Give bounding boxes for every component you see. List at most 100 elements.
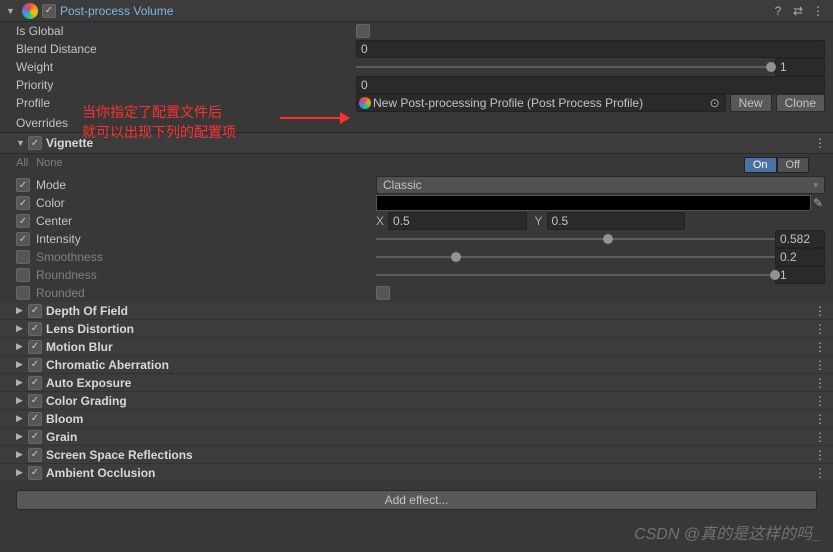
all-button[interactable]: All [16, 157, 28, 173]
input-priority[interactable]: 0 [356, 76, 825, 94]
label-smoothness: Smoothness [36, 250, 376, 264]
effect-toggle[interactable] [28, 340, 42, 354]
foldout-icon[interactable]: ▶ [16, 449, 28, 460]
effect-name: Ambient Occlusion [46, 466, 811, 480]
effect-toggle[interactable] [28, 376, 42, 390]
effect-name: Motion Blur [46, 340, 811, 354]
override-roundness[interactable] [16, 268, 30, 282]
effect-name: Chromatic Aberration [46, 358, 811, 372]
vignette-foldout-icon[interactable]: ▼ [16, 138, 28, 148]
label-profile: Profile [16, 96, 356, 110]
label-is-global: Is Global [16, 24, 356, 38]
label-weight: Weight [16, 60, 356, 74]
effect-toggle[interactable] [28, 448, 42, 462]
vignette-title: Vignette [46, 136, 811, 150]
effect-menu-icon[interactable]: ⋮ [811, 410, 829, 428]
input-weight[interactable]: 1 [775, 58, 825, 76]
effect-menu-icon[interactable]: ⋮ [811, 446, 829, 464]
effect-name: Color Grading [46, 394, 811, 408]
input-center-y[interactable]: 0.5 [547, 212, 685, 230]
effect-toggle[interactable] [28, 358, 42, 372]
effect-row: ▶ Grain⋮ [0, 428, 833, 446]
allnone-row: All None On Off [0, 154, 833, 176]
effect-row: ▶ Bloom⋮ [0, 410, 833, 428]
slider-smoothness[interactable] [376, 248, 775, 266]
effect-toggle[interactable] [28, 304, 42, 318]
effect-name: Depth Of Field [46, 304, 811, 318]
on-button[interactable]: On [744, 157, 777, 173]
effect-menu-icon[interactable]: ⋮ [811, 320, 829, 338]
object-field-profile[interactable]: New Post-processing Profile (Post Proces… [356, 94, 726, 112]
effect-name: Grain [46, 430, 811, 444]
effect-toggle[interactable] [28, 466, 42, 480]
effect-toggle[interactable] [28, 430, 42, 444]
slider-roundness[interactable] [376, 266, 775, 284]
label-roundness: Roundness [36, 268, 376, 282]
effect-menu-icon[interactable]: ⋮ [811, 428, 829, 446]
foldout-icon[interactable]: ▶ [16, 467, 28, 478]
input-smoothness[interactable]: 0.2 [775, 248, 825, 266]
effect-menu-icon[interactable]: ⋮ [811, 374, 829, 392]
input-intensity[interactable]: 0.582 [775, 230, 825, 248]
effect-row: ▶Auto Exposure⋮ [0, 374, 833, 392]
effect-toggle[interactable] [28, 394, 42, 408]
effect-menu-icon[interactable]: ⋮ [811, 464, 829, 482]
vignette-toggle[interactable] [28, 136, 42, 150]
effect-row: ▶Screen Space Reflections⋮ [0, 446, 833, 464]
watermark: CSDN @真的是这样的吗_ [634, 520, 821, 544]
foldout-icon[interactable]: ▼ [6, 6, 18, 16]
foldout-icon[interactable]: ▶ [16, 305, 28, 316]
input-blend-distance[interactable]: 0 [356, 40, 825, 58]
override-mode[interactable] [16, 178, 30, 192]
label-intensity: Intensity [36, 232, 376, 246]
new-profile-button[interactable]: New [730, 94, 772, 112]
effect-toggle[interactable] [28, 412, 42, 426]
effect-row: ▶ Color Grading⋮ [0, 392, 833, 410]
enable-toggle[interactable] [42, 4, 56, 18]
preset-icon[interactable]: ⇄ [789, 2, 807, 20]
foldout-icon[interactable]: ▶ [16, 413, 28, 424]
foldout-icon[interactable]: ▶ [16, 323, 28, 334]
effect-row: ▶ Motion Blur⋮ [0, 338, 833, 356]
checkbox-is-global[interactable] [356, 24, 370, 38]
effect-menu-icon[interactable]: ⋮ [811, 338, 829, 356]
override-intensity[interactable] [16, 232, 30, 246]
off-button[interactable]: Off [777, 157, 809, 173]
add-effect-button[interactable]: Add effect... [16, 490, 817, 510]
none-button[interactable]: None [36, 157, 62, 173]
label-blend-distance: Blend Distance [16, 42, 356, 56]
foldout-icon[interactable]: ▶ [16, 395, 28, 406]
effect-name: Bloom [46, 412, 811, 426]
slider-weight[interactable] [356, 58, 771, 76]
effect-row: ▶Lens Distortion⋮ [0, 320, 833, 338]
row-rounded: Rounded [0, 284, 833, 302]
menu-icon[interactable]: ⋮ [809, 2, 827, 20]
checkbox-rounded[interactable] [376, 286, 390, 300]
input-center-x[interactable]: 0.5 [388, 212, 526, 230]
input-roundness[interactable]: 1 [775, 266, 825, 284]
override-smoothness[interactable] [16, 250, 30, 264]
vignette-menu-icon[interactable]: ⋮ [811, 134, 829, 152]
help-icon[interactable]: ? [769, 2, 787, 20]
effect-menu-icon[interactable]: ⋮ [811, 392, 829, 410]
effect-toggle[interactable] [28, 322, 42, 336]
row-blend-distance: Blend Distance 0 [0, 40, 833, 58]
override-center[interactable] [16, 214, 30, 228]
row-mode: Mode Classic [0, 176, 833, 194]
foldout-icon[interactable]: ▶ [16, 377, 28, 388]
effect-menu-icon[interactable]: ⋮ [811, 302, 829, 320]
override-rounded[interactable] [16, 286, 30, 300]
foldout-icon[interactable]: ▶ [16, 431, 28, 442]
component-title: Post-process Volume [60, 4, 769, 18]
override-color[interactable] [16, 196, 30, 210]
dropdown-mode[interactable]: Classic [376, 176, 825, 194]
profile-asset-icon [359, 97, 371, 109]
color-field[interactable] [376, 195, 811, 211]
slider-intensity[interactable] [376, 230, 775, 248]
row-priority: Priority 0 [0, 76, 833, 94]
foldout-icon[interactable]: ▶ [16, 359, 28, 370]
object-picker-icon[interactable]: ⊙ [707, 96, 723, 110]
foldout-icon[interactable]: ▶ [16, 341, 28, 352]
clone-profile-button[interactable]: Clone [776, 94, 825, 112]
effect-menu-icon[interactable]: ⋮ [811, 356, 829, 374]
